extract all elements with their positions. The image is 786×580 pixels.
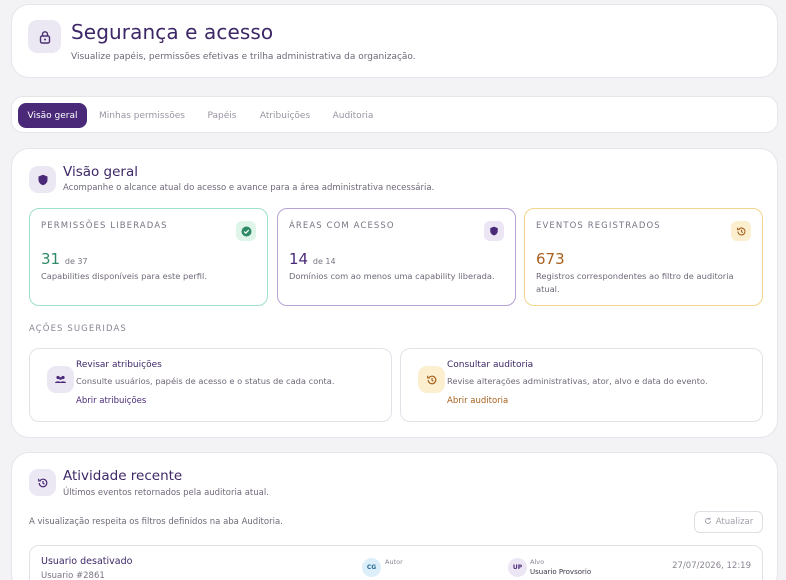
target-avatar: UP bbox=[508, 558, 527, 577]
refresh-icon bbox=[704, 517, 712, 528]
section-subtitle: Acompanhe o alcance atual do acesso e av… bbox=[63, 183, 435, 193]
event-subtitle: Usuario #2861 bbox=[41, 571, 105, 580]
event-date: 27/07/2026, 12:19 bbox=[672, 561, 751, 571]
stat-value: 31 de 37 bbox=[41, 250, 88, 268]
history-icon bbox=[418, 366, 445, 393]
users-icon bbox=[47, 366, 74, 393]
tab-my-permissions[interactable]: Minhas permissões bbox=[94, 103, 190, 128]
target-value: Usuario Provsorio bbox=[530, 568, 592, 576]
tab-assignments[interactable]: Atribuições bbox=[254, 103, 316, 128]
filter-note: A visualização respeita os filtros defin… bbox=[29, 517, 283, 527]
action-title: Revisar atribuições bbox=[76, 360, 162, 370]
suggested-actions-label: AÇÕES SUGERIDAS bbox=[29, 324, 127, 334]
refresh-label: Atualizar bbox=[715, 517, 754, 527]
refresh-button[interactable]: Atualizar bbox=[694, 511, 763, 533]
check-circle-icon bbox=[236, 221, 256, 241]
section-title: Visão geral bbox=[63, 164, 138, 180]
page-subtitle: Visualize papéis, permissões efetivas e … bbox=[71, 52, 416, 62]
stat-description: Registros correspondentes ao filtro de a… bbox=[536, 271, 734, 294]
tab-audit[interactable]: Auditoria bbox=[325, 103, 381, 128]
open-assignments-link[interactable]: Abrir atribuições bbox=[76, 396, 146, 406]
action-card-audit: Consultar auditoria Revise alterações ad… bbox=[400, 348, 763, 422]
history-icon bbox=[731, 221, 751, 241]
tab-bar: Visão geral Minhas permissões Papéis Atr… bbox=[11, 96, 778, 133]
stat-value: 673 bbox=[536, 250, 565, 268]
actor-label: Autor bbox=[385, 558, 403, 566]
stat-label: ÁREAS COM ACESSO bbox=[289, 221, 395, 231]
stat-description: Capabilities disponíveis para este perfi… bbox=[41, 271, 207, 281]
page-title: Segurança e acesso bbox=[71, 20, 274, 44]
stat-card-events: EVENTOS REGISTRADOS 673 Registros corres… bbox=[524, 208, 763, 306]
stat-label: EVENTOS REGISTRADOS bbox=[536, 221, 661, 231]
stat-label: PERMISSÕES LIBERADAS bbox=[41, 221, 168, 231]
section-subtitle: Últimos eventos retornados pela auditori… bbox=[63, 488, 269, 498]
action-description: Consulte usuários, papéis de acesso e o … bbox=[76, 376, 335, 386]
action-title: Consultar auditoria bbox=[447, 360, 534, 370]
actor-avatar: CG bbox=[362, 558, 381, 577]
recent-activity-section: Atividade recente Últimos eventos retorn… bbox=[11, 452, 778, 580]
stat-card-permissions: PERMISSÕES LIBERADAS 31 de 37 Capabiliti… bbox=[29, 208, 268, 306]
event-row[interactable]: Usuario desativado Usuario #2861 CG Auto… bbox=[29, 545, 763, 580]
event-title: Usuario desativado bbox=[41, 556, 133, 567]
stat-card-areas: ÁREAS COM ACESSO 14 de 14 Domínios com a… bbox=[277, 208, 516, 306]
history-icon bbox=[29, 469, 56, 496]
lock-icon bbox=[28, 20, 61, 53]
section-title: Atividade recente bbox=[63, 468, 183, 484]
shield-icon bbox=[484, 221, 504, 241]
tab-overview[interactable]: Visão geral bbox=[18, 103, 87, 128]
tab-roles[interactable]: Papéis bbox=[198, 103, 246, 128]
stat-value: 14 de 14 bbox=[289, 250, 336, 268]
target-label: Alvo bbox=[530, 558, 545, 566]
action-description: Revise alterações administrativas, ator,… bbox=[447, 376, 708, 386]
overview-section: Visão geral Acompanhe o alcance atual do… bbox=[11, 148, 778, 438]
action-card-assignments: Revisar atribuições Consulte usuários, p… bbox=[29, 348, 392, 422]
open-audit-link[interactable]: Abrir auditoria bbox=[447, 396, 508, 406]
shield-icon bbox=[29, 166, 56, 193]
stat-description: Domínios com ao menos uma capability lib… bbox=[289, 271, 495, 281]
page-header: Segurança e acesso Visualize papéis, per… bbox=[11, 4, 778, 78]
